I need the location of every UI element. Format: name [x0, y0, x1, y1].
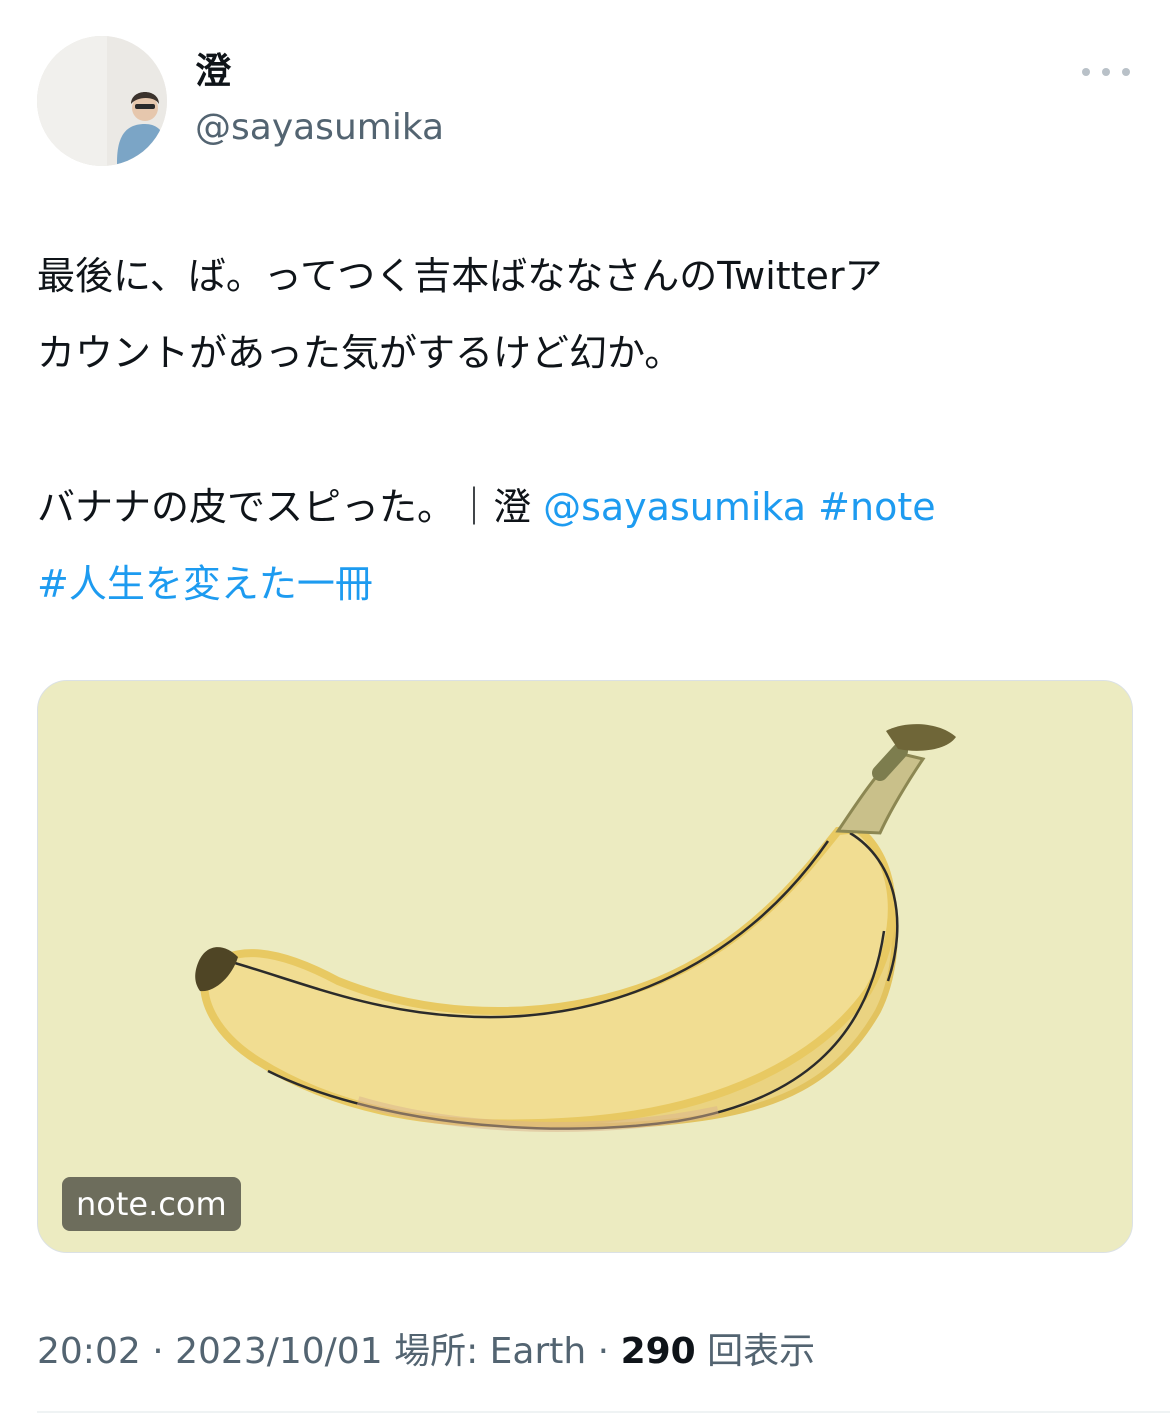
tweet-metadata: 20:02 · 2023/10/01 場所: Earth · 290 回表示 [37, 1328, 815, 1376]
link-card[interactable]: note.com [37, 680, 1133, 1253]
banana-illustration [38, 681, 1132, 1252]
separator: · [152, 1331, 164, 1372]
more-options-icon[interactable] [1082, 58, 1130, 86]
location-value: Earth [489, 1331, 587, 1372]
dot-icon [1102, 68, 1110, 76]
mention-link[interactable]: @sayasumika [543, 485, 806, 529]
avatar[interactable] [37, 36, 167, 166]
tweet-body-text: バナナの皮でスピった。｜澄 [37, 485, 544, 529]
view-count-label: 回表示 [707, 1331, 816, 1372]
card-domain-badge: note.com [62, 1177, 241, 1231]
dot-icon [1122, 68, 1130, 76]
tweet-text-line: バナナの皮でスピった。｜澄 @sayasumika #note [37, 469, 1137, 546]
tweet-date[interactable]: 2023/10/01 [175, 1331, 383, 1372]
hashtag-link[interactable]: #note [818, 485, 935, 529]
tweet-text-line: 最後に、ば。ってつく吉本ばななさんのTwitterア [37, 254, 883, 298]
location-label: 場所: [394, 1331, 479, 1372]
display-name[interactable]: 澄 [195, 50, 231, 94]
dot-icon [1082, 68, 1090, 76]
separator: · [597, 1331, 610, 1372]
tweet-time[interactable]: 20:02 [37, 1331, 141, 1372]
divider [37, 1411, 1170, 1413]
tweet-text-line: カウントがあった気がするけど幻か。 [37, 331, 683, 375]
hashtag-link[interactable]: #人生を変えた一冊 [37, 562, 373, 606]
user-handle[interactable]: @sayasumika [195, 106, 444, 150]
view-count: 290 [620, 1331, 696, 1372]
tweet-text: 最後に、ば。ってつく吉本ばななさんのTwitterア カウントがあった気がするけ… [37, 238, 1137, 623]
tweet-text-line: #人生を変えた一冊 [37, 546, 1137, 623]
avatar-photo [37, 36, 167, 166]
